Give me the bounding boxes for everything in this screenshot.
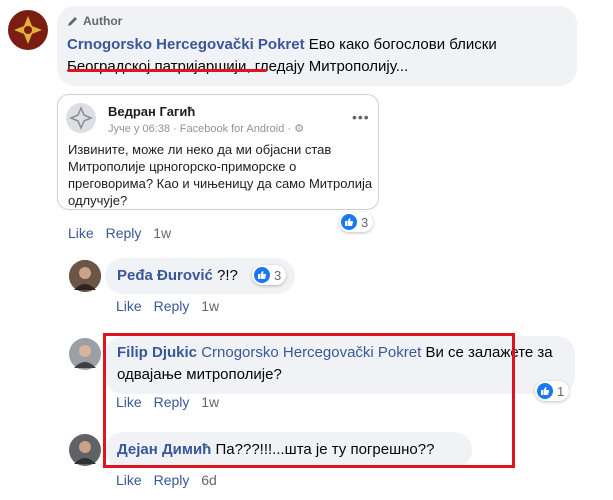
reply-link[interactable]: Reply — [106, 225, 142, 241]
comment-author-link[interactable]: Crnogorsko Hercegovački Pokret — [67, 36, 305, 53]
like-link[interactable]: Like — [116, 298, 142, 314]
like-link[interactable]: Like — [116, 472, 142, 488]
red-underline-annotation — [67, 69, 267, 72]
reply-link[interactable]: Reply — [154, 298, 190, 314]
user-photo-icon — [69, 338, 101, 370]
page-avatar[interactable] — [8, 10, 48, 50]
attached-meta-text: Јуче у 06:38 · Facebook for Android · — [108, 123, 295, 135]
main-comment-bubble: Author Crnogorsko Hercegovački Pokret Ев… — [57, 6, 577, 86]
attached-meta: Јуче у 06:38 · Facebook for Android · ⚙ — [108, 122, 304, 135]
avatar[interactable] — [69, 338, 101, 370]
user-photo-icon — [69, 260, 101, 292]
reply-actions: Like Reply 1w — [116, 298, 227, 314]
timestamp[interactable]: 6d — [201, 472, 217, 488]
attached-image[interactable]: Ведран Гагић Јуче у 06:38 · Facebook for… — [57, 94, 379, 210]
reply-text: Peđa Đurović ?!? — [117, 265, 238, 287]
like-reaction-icon — [537, 383, 553, 399]
timestamp[interactable]: 1w — [153, 225, 171, 241]
author-badge-label: Author — [83, 14, 123, 28]
reply-body: ?!? — [212, 267, 238, 284]
red-highlight-box — [103, 333, 515, 468]
avatar[interactable] — [69, 434, 101, 466]
reaction-count-value: 3 — [361, 214, 369, 230]
attached-body: Извините, може ли неко да ми објасни ста… — [68, 142, 373, 208]
attached-author: Ведран Гагић — [108, 104, 196, 119]
like-reaction-icon — [341, 214, 357, 230]
author-badge: Author — [67, 14, 122, 28]
reaction-count[interactable]: 3 — [339, 212, 374, 232]
reaction-count-value: 3 — [274, 267, 282, 283]
user-photo-icon — [69, 434, 101, 466]
main-comment-actions: Like Reply 1w — [68, 225, 179, 241]
orthodox-cross-icon — [9, 11, 47, 49]
emblem-icon — [67, 104, 95, 132]
pen-icon — [68, 17, 77, 26]
gear-icon: ⚙ — [294, 123, 304, 135]
like-reaction-icon — [254, 267, 270, 283]
attached-avatar — [66, 103, 96, 133]
reaction-count[interactable]: 1 — [535, 381, 570, 401]
more-options-icon: ••• — [352, 109, 370, 125]
avatar[interactable] — [69, 260, 101, 292]
reply-actions: Like Reply 6d — [116, 472, 225, 488]
reply-link[interactable]: Reply — [154, 472, 190, 488]
reply-author-link[interactable]: Peđa Đurović — [117, 267, 213, 284]
timestamp[interactable]: 1w — [201, 298, 219, 314]
reaction-count[interactable]: 3 — [252, 265, 287, 285]
reaction-count-value: 1 — [557, 383, 565, 399]
like-link[interactable]: Like — [68, 225, 94, 241]
